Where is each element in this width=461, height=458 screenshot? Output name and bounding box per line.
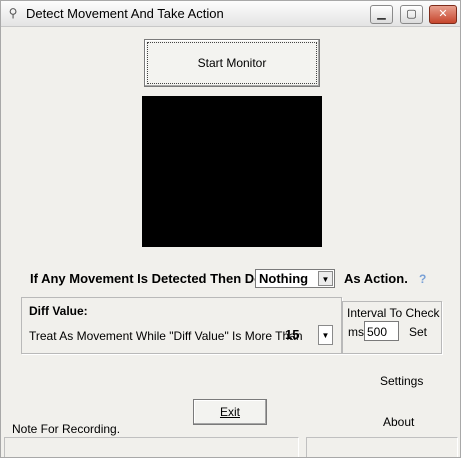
status-pane-main xyxy=(4,437,299,457)
settings-link[interactable]: Settings xyxy=(380,374,423,388)
diff-value-select-value: 15 xyxy=(285,327,300,342)
action-prefix-label: If Any Movement Is Detected Then Do xyxy=(30,271,263,286)
chevron-down-icon[interactable]: ▼ xyxy=(318,271,333,286)
app-window: ⚲ Detect Movement And Take Action ▁ ▢ ✕ … xyxy=(0,0,461,458)
exit-button-label: Exit xyxy=(219,405,240,419)
interval-unit-label: ms xyxy=(348,325,364,339)
start-monitor-button[interactable]: Start Monitor xyxy=(144,39,320,87)
action-suffix-label: As Action. xyxy=(344,271,408,286)
recording-note: Note For Recording. xyxy=(12,422,121,436)
set-button[interactable]: Set xyxy=(409,325,427,339)
action-select[interactable]: Nothing ▼ xyxy=(255,269,335,288)
diff-description: Treat As Movement While "Diff Value" Is … xyxy=(29,329,303,343)
chevron-down-icon[interactable]: ▼ xyxy=(318,325,333,345)
exit-button[interactable]: Exit xyxy=(193,399,267,425)
status-pane-secondary xyxy=(306,437,458,457)
interval-group-label: Interval To Check xyxy=(347,306,440,320)
title-bar[interactable]: ⚲ Detect Movement And Take Action ▁ ▢ ✕ xyxy=(1,1,460,27)
diff-value-select[interactable]: 15 ▼ xyxy=(281,324,334,346)
app-icon: ⚲ xyxy=(8,6,18,20)
help-icon[interactable]: ? xyxy=(419,272,426,286)
minimize-button[interactable]: ▁ xyxy=(370,5,393,24)
maximize-button[interactable]: ▢ xyxy=(400,5,423,24)
window-title: Detect Movement And Take Action xyxy=(26,6,224,21)
close-button[interactable]: ✕ xyxy=(429,5,457,24)
about-link[interactable]: About xyxy=(383,415,414,429)
diff-group-label: Diff Value: xyxy=(29,304,88,318)
camera-preview xyxy=(142,96,322,247)
status-bar xyxy=(1,437,460,457)
action-select-value: Nothing xyxy=(259,271,309,286)
interval-input[interactable]: 500 xyxy=(364,321,399,341)
